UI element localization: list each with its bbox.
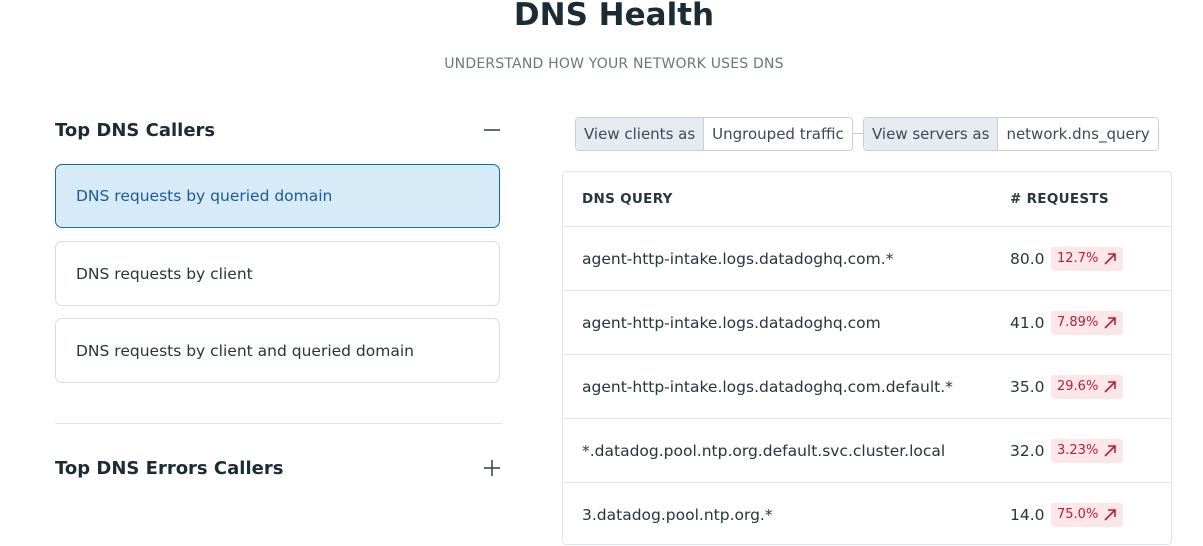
arrow-up-right-icon — [1104, 444, 1117, 457]
card-label: DNS requests by client — [76, 264, 253, 283]
card-requests-by-queried-domain[interactable]: DNS requests by queried domain — [55, 164, 500, 228]
table-header: DNS QUERY # REQUESTS — [563, 172, 1171, 227]
change-badge: 75.0% — [1051, 502, 1124, 527]
table-row[interactable]: agent-http-intake.logs.datadoghq.com.def… — [563, 355, 1171, 419]
requests-cell: 32.0 — [1010, 441, 1045, 460]
card-requests-by-client-and-domain[interactable]: DNS requests by client and queried domai… — [55, 318, 500, 383]
card-label: DNS requests by queried domain — [76, 187, 333, 205]
top-dns-errors-callers-title: Top DNS Errors Callers — [55, 457, 284, 479]
view-clients-filter[interactable]: View clients as Ungrouped traffic — [575, 117, 853, 151]
requests-cell: 14.0 — [1010, 505, 1045, 524]
change-value: 7.89% — [1057, 315, 1099, 330]
filter-connector — [852, 133, 863, 134]
column-header-requests[interactable]: # REQUESTS — [1010, 191, 1109, 207]
view-clients-select[interactable]: Ungrouped traffic — [704, 118, 852, 150]
view-servers-filter[interactable]: View servers as network.dns_query — [863, 117, 1159, 151]
top-dns-callers-header[interactable]: Top DNS Callers — [55, 116, 502, 144]
table-row[interactable]: agent-http-intake.logs.datadoghq.com.* 80… — [563, 227, 1171, 291]
dns-query-cell: agent-http-intake.logs.datadoghq.com.def… — [582, 377, 953, 396]
top-dns-callers-title: Top DNS Callers — [55, 119, 216, 141]
change-badge: 3.23% — [1051, 438, 1124, 463]
change-badge: 29.6% — [1051, 374, 1124, 399]
change-badge: 7.89% — [1051, 310, 1124, 335]
requests-cell: 41.0 — [1010, 313, 1045, 332]
minus-icon[interactable] — [482, 120, 502, 140]
view-clients-label: View clients as — [576, 118, 705, 150]
top-dns-errors-callers-header[interactable]: Top DNS Errors Callers — [55, 454, 502, 482]
change-value: 3.23% — [1057, 443, 1099, 458]
change-value: 75.0% — [1057, 507, 1099, 522]
table-row[interactable]: *.datadog.pool.ntp.org.default.svc.clust… — [563, 419, 1171, 483]
dns-query-cell: agent-http-intake.logs.datadoghq.com — [582, 313, 881, 332]
arrow-up-right-icon — [1104, 508, 1117, 521]
page-title: DNS Health — [513, 0, 715, 33]
dns-query-cell: agent-http-intake.logs.datadoghq.com.* — [582, 249, 894, 268]
change-value: 12.7% — [1057, 251, 1099, 266]
arrow-up-right-icon — [1104, 316, 1117, 329]
table-body: agent-http-intake.logs.datadoghq.com.* 80… — [563, 227, 1171, 546]
change-badge: 12.7% — [1051, 246, 1124, 271]
card-requests-by-client[interactable]: DNS requests by client — [55, 241, 500, 306]
dns-query-cell: *.datadog.pool.ntp.org.default.svc.clust… — [582, 441, 946, 460]
plus-icon[interactable] — [482, 458, 502, 478]
arrow-up-right-icon — [1104, 380, 1117, 393]
table-row[interactable]: 3.datadog.pool.ntp.org.* 14.0 75.0% — [563, 483, 1171, 546]
change-value: 29.6% — [1057, 379, 1099, 394]
table-row[interactable]: agent-http-intake.logs.datadoghq.com 41.0… — [563, 291, 1171, 355]
dns-query-table: DNS QUERY # REQUESTS agent-http-intake.l… — [562, 171, 1172, 545]
card-label: DNS requests by client and queried domai… — [76, 341, 414, 360]
column-header-dns-query[interactable]: DNS QUERY — [582, 191, 673, 207]
view-servers-label: View servers as — [864, 118, 999, 150]
dns-query-cell: 3.datadog.pool.ntp.org.* — [582, 505, 773, 524]
view-servers-select[interactable]: network.dns_query — [998, 118, 1158, 150]
section-divider — [55, 423, 502, 424]
arrow-up-right-icon — [1104, 252, 1117, 265]
requests-cell: 35.0 — [1010, 377, 1045, 396]
requests-cell: 80.0 — [1010, 249, 1045, 268]
page-subtitle: UNDERSTAND HOW YOUR NETWORK USES DNS — [444, 56, 784, 72]
